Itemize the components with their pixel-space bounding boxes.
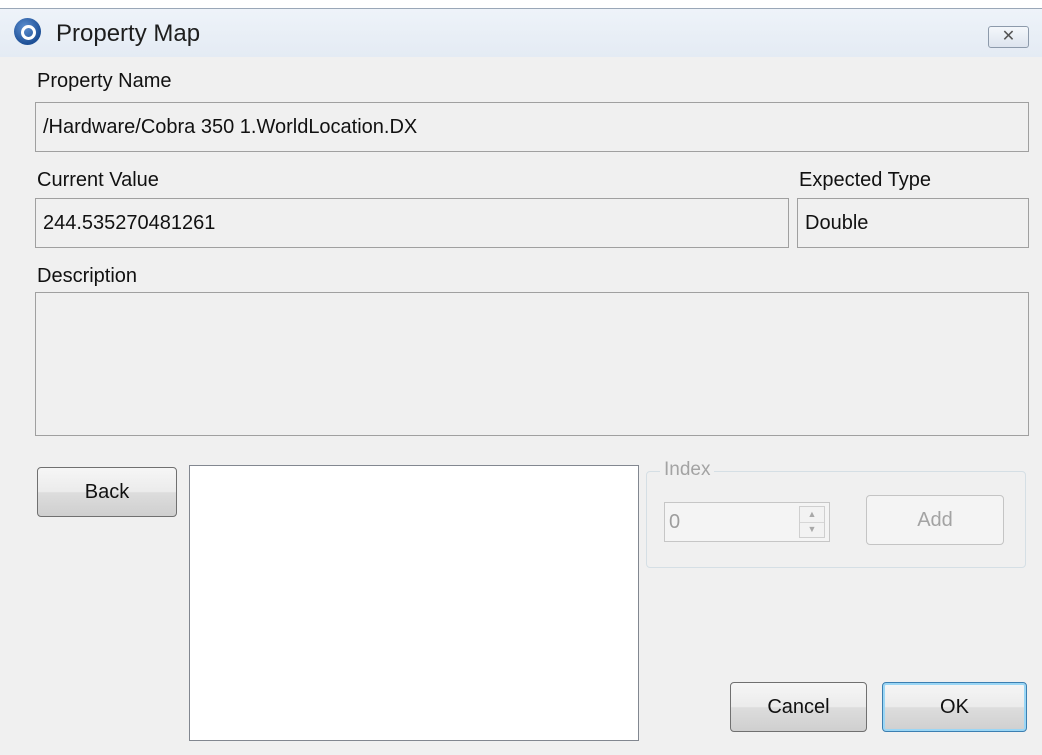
back-button[interactable]: Back [37, 467, 177, 517]
add-index-button[interactable]: Add [866, 495, 1004, 545]
description-field[interactable] [35, 292, 1029, 436]
window-title: Property Map [56, 20, 201, 47]
app-logo-icon [14, 18, 41, 45]
expected-type-field[interactable]: Double [797, 198, 1029, 248]
index-group-label: Index [660, 459, 715, 481]
cancel-button[interactable]: Cancel [730, 682, 867, 732]
ok-button[interactable]: OK [882, 682, 1027, 732]
index-stepper-buttons: ▲ ▼ [799, 506, 825, 538]
index-value: 0 [669, 511, 681, 533]
current-value-field[interactable]: 244.535270481261 [35, 198, 789, 248]
chevron-down-icon[interactable]: ▼ [800, 522, 824, 537]
chevron-up-icon[interactable]: ▲ [800, 507, 824, 523]
description-label: Description [37, 265, 138, 287]
expected-type-label: Expected Type [799, 169, 931, 191]
title-bar[interactable]: Property Map ✕ [0, 9, 1042, 57]
close-button[interactable]: ✕ [988, 26, 1029, 48]
close-icon: ✕ [1001, 28, 1016, 45]
property-map-dialog: Property Map ✕ Property Name /Hardware/C… [0, 8, 1042, 755]
current-value-label: Current Value [37, 169, 159, 191]
index-stepper[interactable]: 0 ▲ ▼ [664, 502, 830, 542]
property-name-field[interactable]: /Hardware/Cobra 350 1.WorldLocation.DX [35, 102, 1029, 152]
property-list[interactable] [189, 465, 639, 741]
property-name-label: Property Name [37, 70, 172, 92]
